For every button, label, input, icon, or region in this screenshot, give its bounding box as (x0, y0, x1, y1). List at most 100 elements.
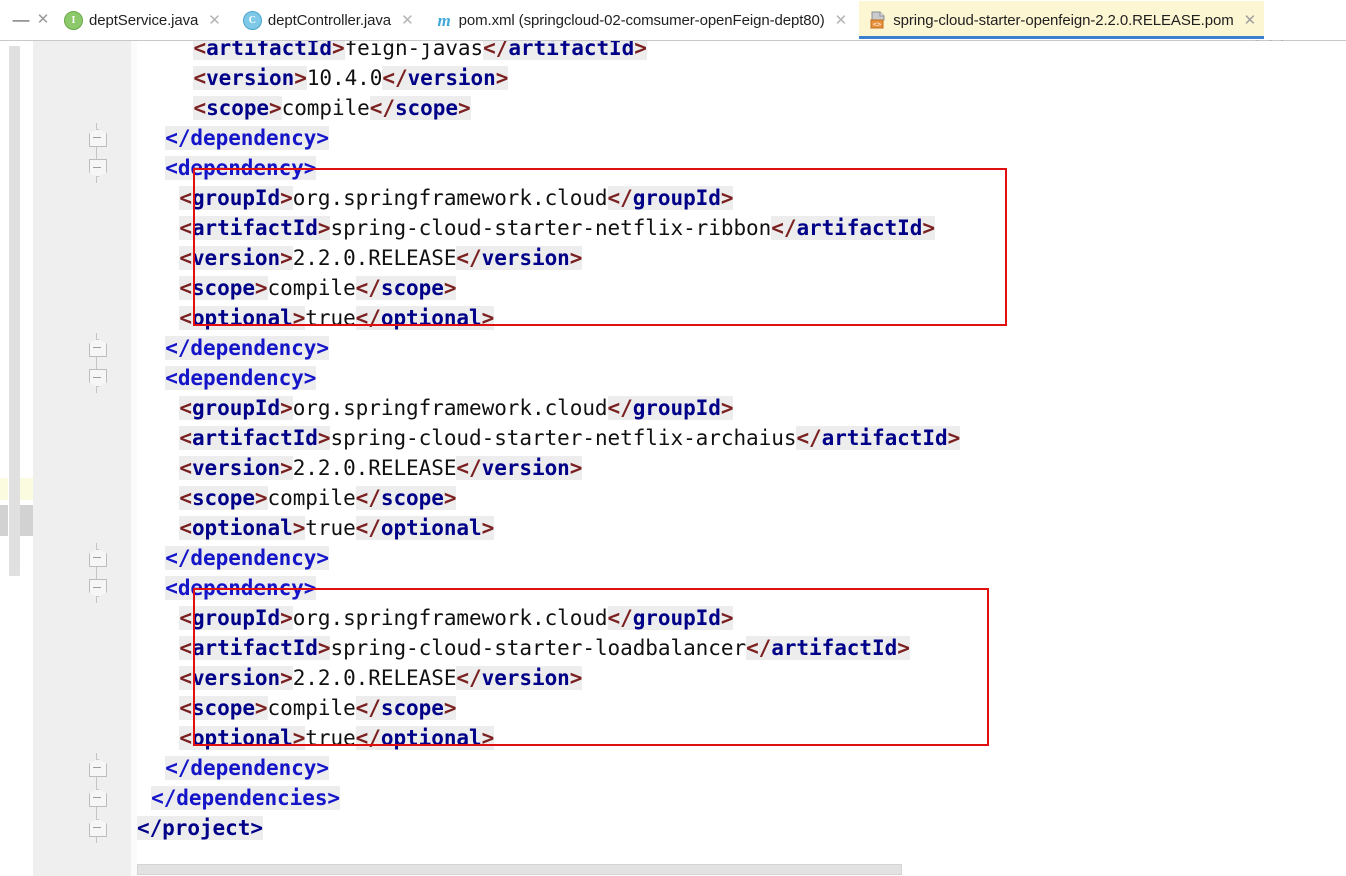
code-fold-marker-up[interactable] (87, 753, 107, 783)
editor-tab-close-icon[interactable]: ✕ (204, 11, 227, 29)
fold-toggle-icon[interactable] (89, 579, 107, 597)
code-token: spring-cloud-starter-netflix-archaius (330, 426, 797, 450)
code-token: > (254, 276, 268, 300)
code-line-160: <optional>true</optional> (179, 513, 494, 543)
fold-toggle-icon[interactable] (89, 339, 107, 357)
code-token: > (269, 96, 282, 120)
code-token: > (317, 426, 331, 450)
code-token: artifactId (191, 216, 318, 240)
code-token: < (179, 606, 192, 630)
code-token: > (720, 606, 734, 630)
code-line-148: <dependency> (165, 153, 316, 183)
editor-tab-label: spring-cloud-starter-openfeign-2.2.0.REL… (893, 11, 1234, 29)
code-token: > (294, 66, 307, 90)
horizontal-scrollbar-thumb[interactable] (137, 864, 902, 875)
editor-tab-close-icon[interactable]: ✕ (1240, 11, 1263, 29)
code-line-159: <scope>compile</scope> (179, 483, 456, 513)
code-token: artifactId (508, 41, 634, 60)
code-token: > (280, 456, 293, 480)
editor-tab-1[interactable]: IdeptService.java ✕ (54, 1, 233, 39)
code-line-164: <artifactId>spring-cloud-starter-loadbal… (179, 633, 910, 663)
code-token: > (254, 486, 268, 510)
code-fold-marker-down[interactable] (87, 573, 107, 603)
code-token: spring-cloud-starter-netflix-ribbon (330, 216, 772, 240)
editor-tab-2[interactable]: CdeptController.java ✕ (233, 1, 426, 39)
code-token: < (179, 276, 192, 300)
fold-toggle-icon[interactable] (89, 129, 107, 147)
code-token: > (292, 516, 306, 540)
code-fold-marker-up[interactable] (87, 543, 107, 573)
code-token: scope (394, 96, 458, 120)
code-token: scope (191, 276, 255, 300)
code-fold-marker-up[interactable] (87, 783, 107, 813)
editor-tab-label: deptController.java (267, 11, 392, 29)
fold-toggle-icon[interactable] (89, 819, 107, 837)
code-token: <dependency> (165, 156, 317, 180)
code-token: </ (355, 276, 381, 300)
fold-toggle-icon[interactable] (89, 789, 107, 807)
fold-toggle-icon[interactable] (89, 759, 107, 777)
svg-text:<>: <> (873, 21, 881, 29)
code-token: groupId (632, 396, 721, 420)
code-token: < (179, 516, 192, 540)
editor-tab-close-icon[interactable]: ✕ (397, 11, 420, 29)
xml-file-icon: <> (869, 11, 887, 29)
code-fold-marker-down[interactable] (87, 363, 107, 393)
code-token: scope (191, 486, 255, 510)
code-editor-area[interactable]: <artifactId>feign-javas</artifactId> <ver… (137, 41, 1346, 876)
code-token: > (481, 306, 495, 330)
code-line-158: <version>2.2.0.RELEASE</version> (179, 453, 582, 483)
code-token: > (317, 216, 331, 240)
code-token: version (481, 666, 570, 690)
editor-gutter (33, 41, 137, 876)
code-token: < (179, 396, 192, 420)
code-token: 2.2.0.RELEASE (292, 666, 457, 690)
code-token: < (179, 306, 192, 330)
code-token: > (897, 636, 910, 660)
code-line-155: <dependency> (165, 363, 316, 393)
editor-tab-3[interactable]: m pom.xml (springcloud-02-comsumer-openFe… (426, 1, 860, 39)
code-token: optional (191, 726, 293, 750)
fold-toggle-icon[interactable] (89, 549, 107, 567)
code-token: artifactId (796, 216, 923, 240)
code-fold-marker-down[interactable] (87, 153, 107, 183)
code-token: < (179, 456, 192, 480)
code-token: scope (206, 96, 270, 120)
code-fold-marker-up[interactable] (87, 333, 107, 363)
code-token: groupId (632, 186, 721, 210)
fold-toggle-icon[interactable] (89, 159, 107, 177)
code-token: </ (456, 456, 482, 480)
code-token: </ (456, 666, 482, 690)
editor-tab-close-icon[interactable]: ✕ (831, 11, 854, 29)
code-token: < (179, 486, 192, 510)
window-minimize-icon[interactable]: — (10, 0, 32, 40)
code-fold-marker-up[interactable] (87, 123, 107, 153)
code-token: > (495, 66, 509, 90)
code-fold-marker-up[interactable] (87, 813, 107, 843)
code-token: > (947, 426, 961, 450)
code-line-162: <dependency> (165, 573, 316, 603)
code-token: version (481, 456, 570, 480)
code-token: > (280, 186, 293, 210)
code-token: </ (607, 396, 633, 420)
code-token: > (280, 666, 293, 690)
vertical-scrollbar-thumb[interactable] (9, 46, 20, 576)
code-token: compile (267, 486, 356, 510)
editor-tab-bar: — ✕ IdeptService.java ✕ CdeptController.java… (0, 0, 1346, 41)
code-token: </ (771, 216, 797, 240)
code-line-157: <artifactId>spring-cloud-starter-netflix… (179, 423, 960, 453)
code-token: > (443, 276, 457, 300)
code-line-170: </project> (137, 813, 263, 843)
maven-pom-icon: m (437, 10, 451, 30)
code-token: > (569, 456, 583, 480)
code-token: true (305, 306, 356, 330)
fold-toggle-icon[interactable] (89, 369, 107, 387)
window-close-icon[interactable]: ✕ (32, 0, 54, 40)
code-token: optional (380, 306, 482, 330)
code-line-149: <groupId>org.springframework.cloud</grou… (179, 183, 734, 213)
code-token: scope (380, 276, 444, 300)
code-line-166: <scope>compile</scope> (179, 693, 456, 723)
editor-tab-4[interactable]: <> spring-cloud-starter-openfeign-2.2.0.R… (859, 1, 1265, 39)
java-class-icon: C (242, 10, 262, 30)
editor-tab-label: pom.xml (springcloud-02-comsumer-openFei… (458, 11, 825, 29)
